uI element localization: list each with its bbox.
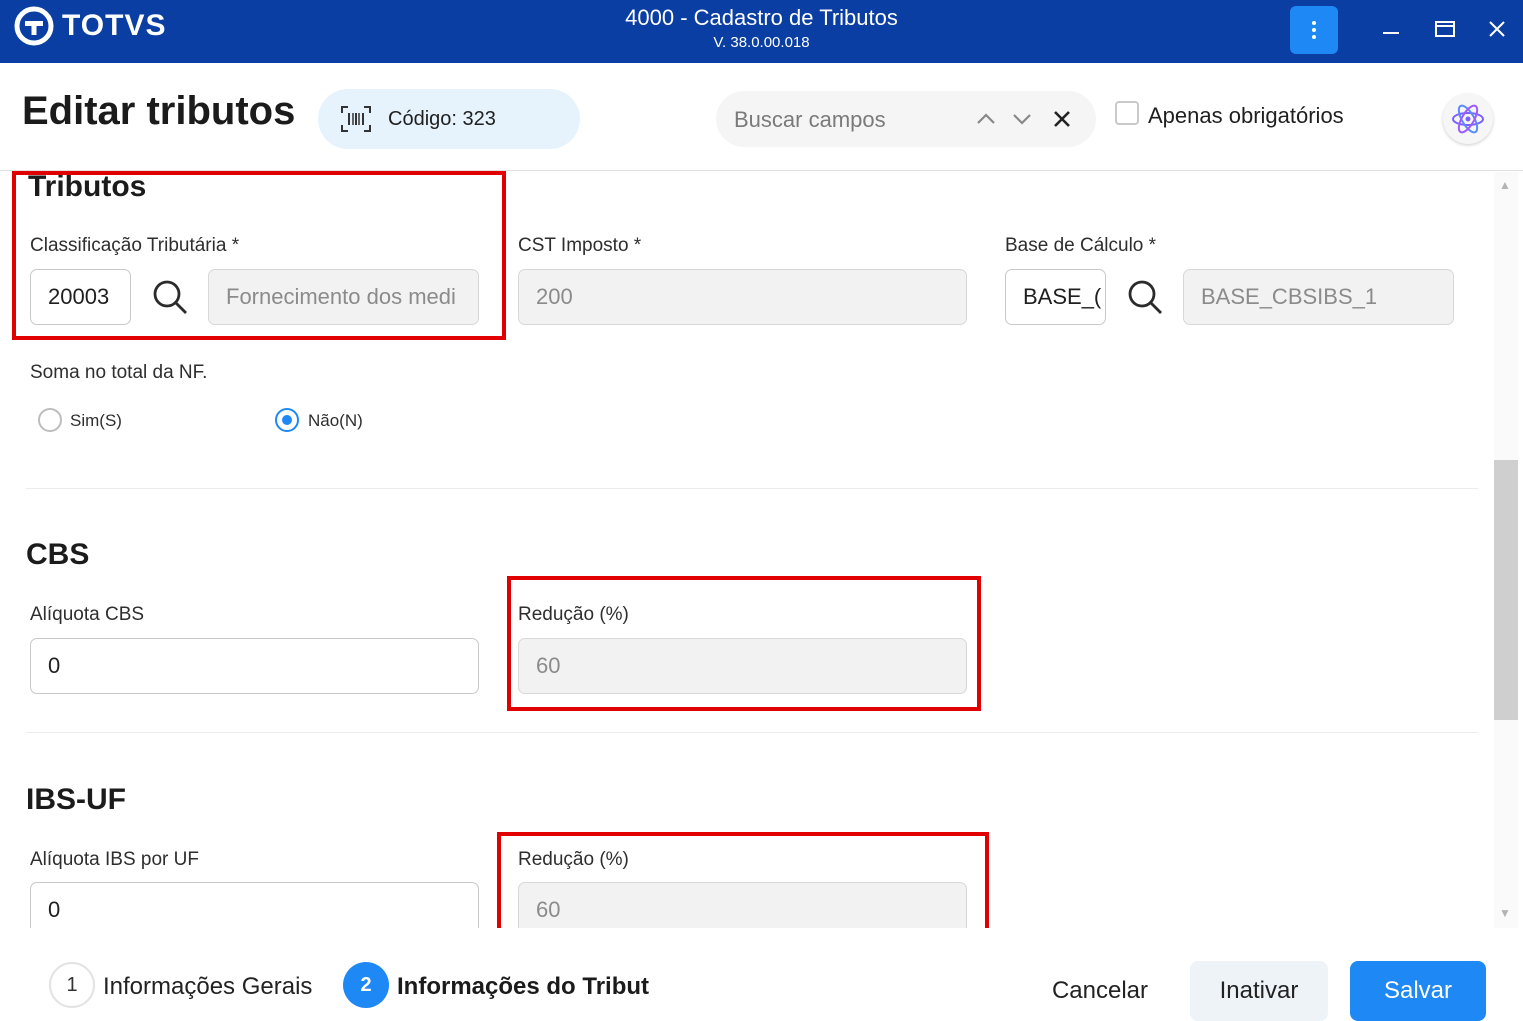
chevron-up-icon[interactable] (972, 105, 1000, 133)
only-required-label: Apenas obrigatórios (1148, 103, 1344, 128)
scrollbar-thumb[interactable] (1494, 460, 1518, 720)
inactivate-button[interactable]: Inativar (1190, 961, 1328, 1021)
base-calculo-label: Base de Cálculo * (1005, 235, 1157, 256)
base-calculo-code-input[interactable]: BASE_( (1005, 269, 1106, 325)
kebab-menu-icon (1312, 21, 1316, 39)
page-header: Editar tributos Código: 323 Buscar campo… (0, 63, 1523, 171)
section-title-cbs: CBS (26, 538, 90, 571)
footer-bar: 1 Informações Gerais 2 Informações do Tr… (0, 928, 1523, 1021)
maximize-icon (1435, 21, 1455, 37)
clear-search-icon[interactable] (1048, 105, 1076, 133)
ai-assistant-button[interactable] (1443, 94, 1493, 144)
save-button[interactable]: Salvar (1350, 961, 1486, 1021)
maximize-button[interactable] (1430, 14, 1460, 44)
atom-icon (1452, 104, 1484, 134)
minimize-icon (1383, 32, 1399, 34)
scroll-down-icon[interactable]: ▼ (1499, 906, 1511, 920)
aliquota-cbs-input[interactable]: 0 (30, 638, 479, 694)
code-label: Código: 323 (388, 107, 496, 130)
cst-label: CST Imposto * (518, 235, 642, 256)
cst-field: 200 (518, 269, 967, 325)
step-1-label[interactable]: Informações Gerais (103, 973, 312, 1001)
code-chip: Código: 323 (318, 89, 580, 149)
barcode-icon (341, 106, 371, 132)
section-divider (26, 732, 1478, 733)
search-icon[interactable] (1125, 277, 1165, 317)
radio-nao[interactable] (275, 408, 299, 432)
step-2-number[interactable]: 2 (343, 962, 389, 1008)
radio-sim[interactable] (38, 408, 62, 432)
aliquota-ibs-uf-label: Alíquota IBS por UF (30, 849, 199, 870)
radio-nao-label: Não(N) (308, 411, 363, 430)
search-fields-input[interactable]: Buscar campos (716, 91, 1096, 147)
step-2-label[interactable]: Informações do Tribut (397, 973, 649, 1001)
highlight-box-reducao-cbs (507, 576, 981, 711)
aliquota-cbs-label: Alíquota CBS (30, 604, 145, 625)
window-titlebar: TOTVS 4000 - Cadastro de Tributos V. 38.… (0, 0, 1523, 63)
base-calculo-description-field: BASE_CBSIBS_1 (1183, 269, 1454, 325)
more-options-button[interactable] (1290, 6, 1338, 54)
scroll-up-icon[interactable]: ▲ (1499, 178, 1511, 192)
close-window-button[interactable] (1482, 14, 1512, 44)
aliquota-ibs-uf-input[interactable]: 0 (30, 882, 479, 928)
close-icon (1489, 21, 1505, 37)
section-divider (26, 488, 1478, 489)
radio-sim-label: Sim(S) (70, 411, 122, 430)
section-title-ibs-uf: IBS-UF (26, 783, 126, 816)
chevron-down-icon[interactable] (1008, 105, 1036, 133)
cancel-button[interactable]: Cancelar (1040, 961, 1160, 1021)
page-title: Editar tributos (22, 89, 296, 133)
highlight-box-classificacao (12, 171, 506, 340)
step-1-number[interactable]: 1 (49, 962, 95, 1008)
only-required-checkbox[interactable] (1115, 101, 1139, 125)
minimize-button[interactable] (1376, 14, 1406, 44)
soma-total-label: Soma no total da NF. (30, 362, 208, 383)
search-placeholder: Buscar campos (734, 107, 886, 132)
